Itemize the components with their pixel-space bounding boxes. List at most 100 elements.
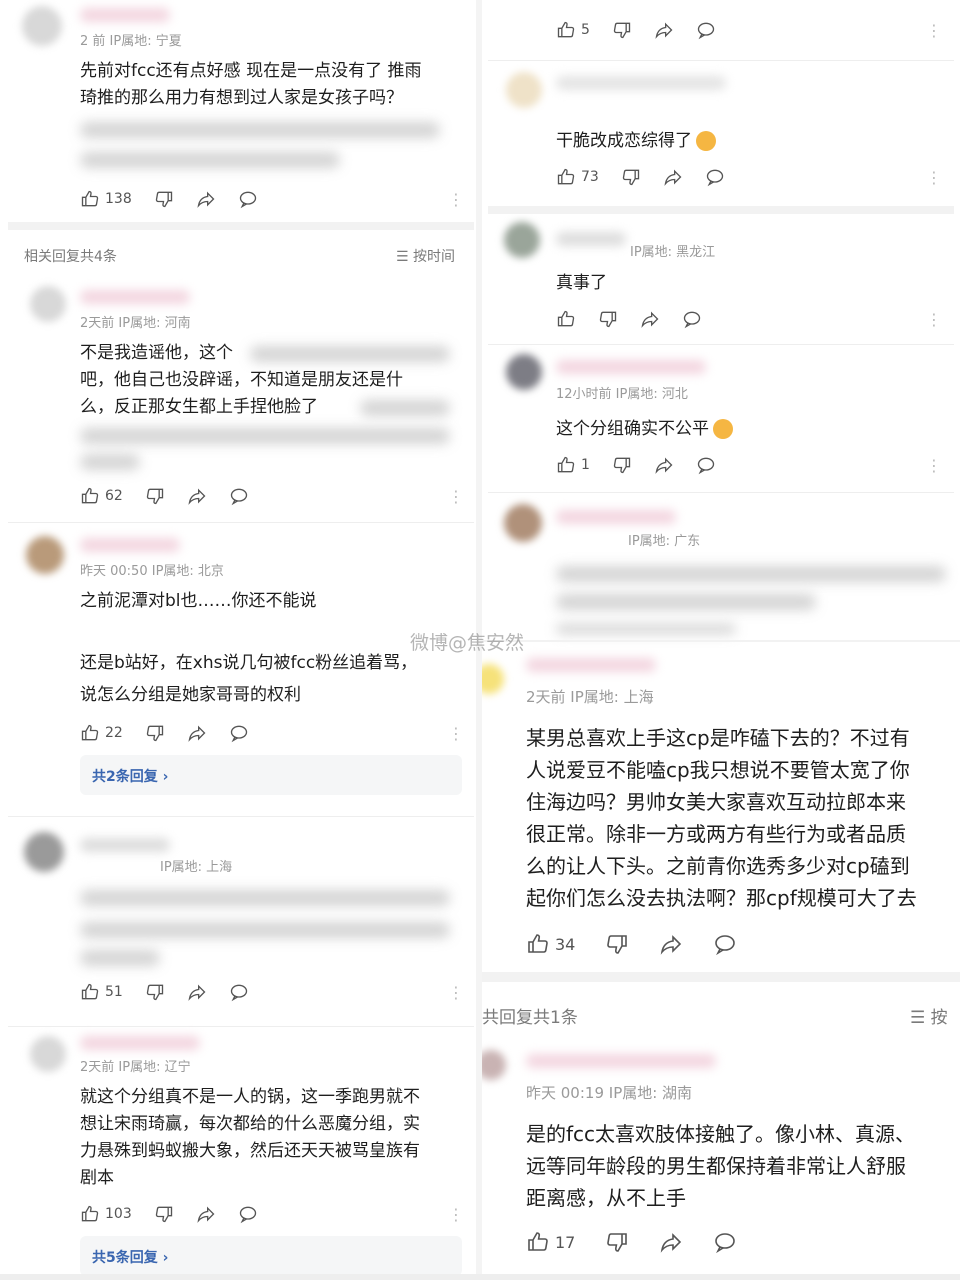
comment-line: 想让宋雨琦赢，每次都给的什么恶魔分组，实	[80, 1114, 420, 1134]
avatar[interactable]	[30, 286, 66, 322]
share-button[interactable]	[654, 20, 674, 40]
comment-line: 吧，他自己也没辟谣，不知道是朋友还是什	[80, 370, 403, 390]
sort-by-time[interactable]: ☰ 按时间	[396, 246, 455, 266]
avatar[interactable]	[482, 1050, 506, 1080]
more-icon[interactable]: ⋮	[926, 310, 942, 329]
dislike-button[interactable]	[154, 1204, 174, 1224]
comment-icon	[697, 457, 715, 475]
more-icon[interactable]: ⋮	[926, 21, 942, 40]
username-blurred[interactable]	[526, 658, 656, 672]
reply-button[interactable]	[238, 189, 258, 209]
username-blurred[interactable]	[80, 1036, 200, 1050]
like-button[interactable]: 17	[526, 1230, 575, 1254]
share-button[interactable]	[196, 189, 216, 209]
like-button[interactable]: 73	[556, 167, 599, 187]
comment-icon	[683, 311, 701, 329]
reply-button[interactable]	[238, 1204, 258, 1224]
avatar[interactable]	[22, 6, 62, 46]
dislike-button[interactable]	[605, 1230, 629, 1254]
dislike-button[interactable]	[605, 932, 629, 956]
like-button[interactable]: 22	[80, 723, 123, 743]
username-blurred[interactable]	[556, 232, 626, 246]
more-icon[interactable]: ⋮	[448, 983, 464, 1002]
reply-button[interactable]	[713, 1230, 737, 1254]
avatar[interactable]	[24, 832, 64, 872]
comment-text: 这个分组确实不公平	[556, 419, 709, 439]
dislike-button[interactable]	[598, 309, 618, 329]
like-button[interactable]: 51	[80, 982, 123, 1002]
like-button[interactable]: 62	[80, 486, 123, 506]
reply-button[interactable]	[705, 167, 725, 187]
share-button[interactable]	[659, 932, 683, 956]
view-replies-button[interactable]: 共2条回复 ›	[80, 755, 462, 795]
comment-line: 很正常。除非一方或两方有些行为或者品质	[526, 822, 906, 846]
thumb-down-icon	[146, 725, 163, 742]
username-blurred[interactable]	[80, 838, 170, 852]
share-icon	[664, 169, 682, 186]
comment-meta: 昨天 00:50 IP属地: 北京	[80, 564, 224, 579]
username-blurred[interactable]	[80, 8, 170, 22]
share-button[interactable]	[654, 455, 674, 475]
more-icon[interactable]: ⋮	[448, 487, 464, 506]
reply-button[interactable]	[229, 982, 249, 1002]
dislike-button[interactable]	[612, 455, 632, 475]
username-blurred[interactable]	[556, 510, 676, 524]
comment-line: 某男总喜欢上手这cp是咋磕下去的？不过有	[526, 726, 910, 750]
share-button[interactable]	[187, 982, 207, 1002]
avatar[interactable]	[504, 222, 540, 258]
like-button[interactable]: 103	[80, 1204, 132, 1224]
reply-button[interactable]	[696, 20, 716, 40]
dislike-button[interactable]	[145, 723, 165, 743]
view-replies-button[interactable]: 共5条回复 ›	[80, 1236, 462, 1276]
comment-meta: IP属地: 上海	[160, 860, 233, 875]
reply-button[interactable]	[713, 932, 737, 956]
like-button[interactable]: 34	[526, 932, 575, 956]
reply-button[interactable]	[696, 455, 716, 475]
avatar[interactable]	[26, 536, 64, 574]
avatar[interactable]	[506, 354, 542, 390]
share-button[interactable]	[196, 1204, 216, 1224]
blurred-text	[80, 454, 140, 470]
blurred-text	[556, 566, 946, 582]
like-button[interactable]: 5	[556, 20, 590, 40]
blurred-text	[80, 152, 340, 168]
reply-button[interactable]	[682, 309, 702, 329]
avatar[interactable]	[482, 664, 504, 694]
avatar[interactable]	[30, 1036, 66, 1072]
share-button[interactable]	[663, 167, 683, 187]
comment-icon	[239, 191, 256, 209]
more-icon[interactable]: ⋮	[448, 1205, 464, 1224]
divider	[8, 1026, 474, 1027]
username-blurred[interactable]	[556, 76, 726, 90]
dislike-button[interactable]	[145, 486, 165, 506]
share-button[interactable]	[187, 723, 207, 743]
reply-button[interactable]	[229, 486, 249, 506]
username-blurred[interactable]	[80, 290, 190, 304]
dislike-button[interactable]	[621, 167, 641, 187]
more-icon[interactable]: ⋮	[448, 190, 464, 209]
avatar[interactable]	[506, 72, 542, 108]
username-blurred[interactable]	[556, 360, 706, 374]
more-icon[interactable]: ⋮	[448, 724, 464, 743]
share-button[interactable]	[659, 1230, 683, 1254]
sort-by-time[interactable]: ☰ 按	[910, 1003, 948, 1028]
sort-label: 按	[930, 1008, 948, 1028]
like-button[interactable]: 1	[556, 455, 590, 475]
share-button[interactable]	[640, 309, 660, 329]
share-button[interactable]	[187, 486, 207, 506]
more-icon[interactable]: ⋮	[926, 168, 942, 187]
more-icon[interactable]: ⋮	[926, 456, 942, 475]
dislike-button[interactable]	[145, 982, 165, 1002]
like-button[interactable]	[556, 309, 576, 329]
like-button[interactable]: 138	[80, 189, 132, 209]
sort-label: 按时间	[413, 249, 456, 265]
section-divider	[488, 206, 954, 214]
thumb-down-icon	[622, 169, 639, 186]
comment-icon	[697, 22, 715, 40]
dislike-button[interactable]	[612, 20, 632, 40]
username-blurred[interactable]	[526, 1054, 716, 1068]
avatar[interactable]	[504, 504, 542, 542]
dislike-button[interactable]	[154, 189, 174, 209]
username-blurred[interactable]	[80, 538, 180, 552]
reply-button[interactable]	[229, 723, 249, 743]
